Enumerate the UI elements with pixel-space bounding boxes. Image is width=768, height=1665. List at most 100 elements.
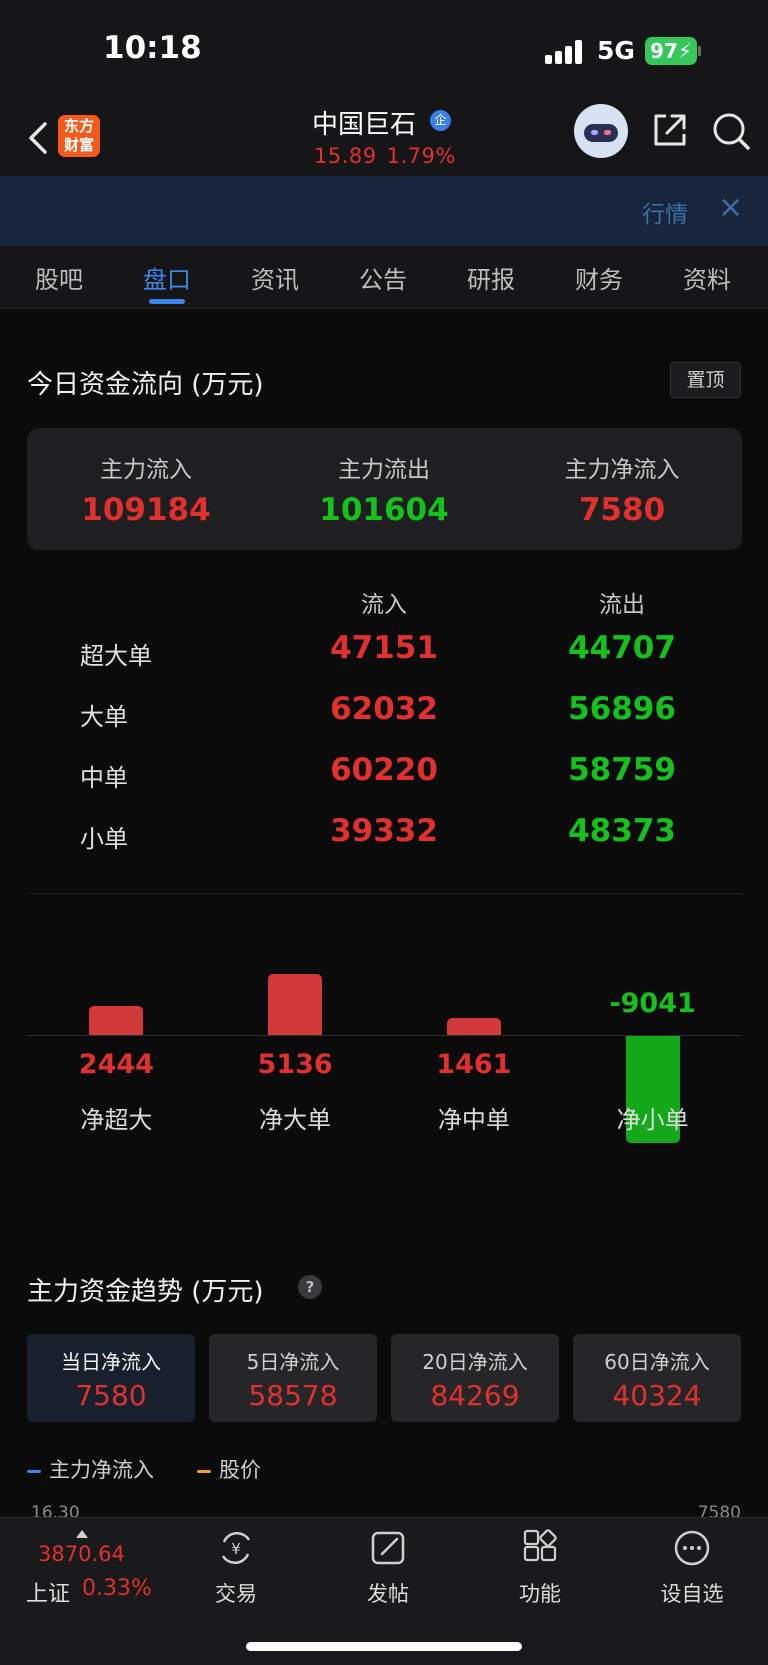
search-icon[interactable] xyxy=(710,110,752,152)
index-name: 上证 xyxy=(26,1582,71,1607)
post-button[interactable]: 发帖 xyxy=(338,1528,438,1608)
help-icon[interactable]: ? xyxy=(298,1275,322,1299)
tab-active-indicator xyxy=(149,299,185,304)
tab-announcements[interactable]: 公告 xyxy=(338,260,428,295)
order-size-label: 小单 xyxy=(80,825,128,853)
main-net-inflow: 主力净流入 7580 xyxy=(503,450,741,528)
stock-price: 15.89 xyxy=(314,144,377,168)
period-20d[interactable]: 20日净流入 84269 xyxy=(391,1334,559,1422)
tab-pankou[interactable]: 盘口 xyxy=(122,260,212,295)
order-size-label: 大单 xyxy=(80,703,128,731)
index-change: 0.33% xyxy=(82,1576,152,1601)
robot-eye-right xyxy=(604,130,611,135)
post-label: 发帖 xyxy=(367,1582,409,1606)
trend-chart-top: 16.30 7580 xyxy=(28,1505,743,1517)
top-nav: 东方 财富 中国巨石 企 15.89 1.79% xyxy=(0,100,768,176)
trend-title: 主力资金趋势 (万元) xyxy=(27,1277,264,1307)
status-bar: 10:18 5G 97⚡ xyxy=(0,0,768,100)
period-60d[interactable]: 60日净流入 40324 xyxy=(573,1334,741,1422)
svg-text:¥: ¥ xyxy=(231,1540,241,1558)
flow-axis-top-label: 7580 xyxy=(697,1505,741,1517)
summary-label: 主力流入 xyxy=(100,457,192,483)
net-flow-category: 净中单 xyxy=(437,1106,510,1134)
net-flow-category: 净超大 xyxy=(80,1106,153,1134)
battery-icon: 97⚡ xyxy=(645,37,697,65)
stock-change: 1.79% xyxy=(386,144,456,168)
trade-icon: ¥ xyxy=(221,1532,251,1564)
net-flow-value: 1461 xyxy=(436,1049,512,1080)
outflow-value: 48373 xyxy=(568,813,676,849)
quote-banner: 行情 × xyxy=(0,176,768,246)
period-value: 7580 xyxy=(75,1379,147,1412)
pin-top-button[interactable]: 置顶 xyxy=(670,362,741,398)
net-flow-bar xyxy=(268,974,323,1035)
outflow-value: 56896 xyxy=(568,691,676,727)
period-label: 60日净流入 xyxy=(604,1350,710,1374)
battery-tip xyxy=(698,46,701,56)
trade-button[interactable]: ¥ 交易 xyxy=(186,1528,286,1608)
net-flow-value: -9041 xyxy=(609,988,696,1019)
trade-label: 交易 xyxy=(215,1582,257,1606)
stock-name: 中国巨石 xyxy=(312,110,417,140)
capital-flow-summary: 主力流入 109184 主力流出 101604 主力净流入 7580 xyxy=(27,428,742,550)
outflow-column-header: 流出 xyxy=(599,592,645,618)
tab-research[interactable]: 研报 xyxy=(446,260,536,295)
share-icon[interactable] xyxy=(650,110,690,150)
outflow-value: 44707 xyxy=(568,630,676,666)
legend-main-net-inflow: 主力净流入 xyxy=(27,1454,154,1484)
banner-quote-link[interactable]: 行情 xyxy=(642,195,688,229)
functions-label: 功能 xyxy=(519,1582,561,1606)
period-today[interactable]: 当日净流入 7580 xyxy=(27,1334,195,1422)
status-time: 10:18 xyxy=(103,30,202,66)
assistant-robot-icon[interactable] xyxy=(574,104,628,158)
add-watchlist-button[interactable]: 设自选 xyxy=(642,1528,742,1608)
net-flow-category: 净小单 xyxy=(616,1106,689,1134)
summary-label: 主力净流入 xyxy=(564,457,680,483)
legend-swatch-blue xyxy=(27,1469,41,1473)
enterprise-badge-icon: 企 xyxy=(430,110,451,131)
table-row: 大单 62032 56896 xyxy=(0,685,768,745)
price-axis-top-label: 16.30 xyxy=(31,1505,80,1517)
expand-up-icon xyxy=(76,1530,88,1538)
legend-swatch-orange xyxy=(197,1469,211,1473)
net-flow-chart: 2444 净超大 5136 净大单 1461 净中单 -9041 净小单 xyxy=(27,940,742,1160)
summary-value: 109184 xyxy=(81,492,211,528)
post-icon xyxy=(371,1531,405,1565)
period-label: 20日净流入 xyxy=(422,1350,528,1374)
legend-label: 主力净流入 xyxy=(49,1458,154,1482)
inflow-column-header: 流入 xyxy=(361,592,407,618)
robot-face xyxy=(584,124,618,142)
table-row: 中单 60220 58759 xyxy=(0,746,768,806)
period-label: 当日净流入 xyxy=(61,1350,161,1374)
main-outflow: 主力流出 101604 xyxy=(265,450,503,528)
tab-bar: 股吧 盘口 资讯 公告 研报 财务 资料 xyxy=(0,246,768,309)
summary-value: 7580 xyxy=(578,492,666,528)
table-row: 超大单 47151 44707 xyxy=(0,624,768,684)
net-flow-category: 净大单 xyxy=(259,1106,332,1134)
inflow-value: 62032 xyxy=(330,691,438,727)
tab-news[interactable]: 资讯 xyxy=(230,260,320,295)
summary-label: 主力流出 xyxy=(338,457,430,483)
logo-line2: 财富 xyxy=(63,136,94,154)
tab-finance[interactable]: 财务 xyxy=(554,260,644,295)
period-value: 84269 xyxy=(430,1379,520,1412)
summary-value: 101604 xyxy=(319,492,449,528)
legend-price: 股价 xyxy=(197,1454,261,1484)
add-watchlist-label: 设自选 xyxy=(660,1582,724,1606)
back-arrow-icon[interactable] xyxy=(25,118,55,158)
main-inflow: 主力流入 109184 xyxy=(27,450,265,528)
home-indicator xyxy=(246,1642,522,1651)
table-row: 小单 39332 48373 xyxy=(0,807,768,867)
close-icon[interactable]: × xyxy=(718,193,743,223)
order-size-label: 中单 xyxy=(80,764,128,792)
robot-eye-left xyxy=(591,130,598,135)
period-5d[interactable]: 5日净流入 58578 xyxy=(209,1334,377,1422)
functions-button[interactable]: 功能 xyxy=(490,1528,590,1608)
stock-quote: 15.89 1.79% xyxy=(314,144,456,168)
app-logo[interactable]: 东方 财富 xyxy=(58,115,100,157)
inflow-value: 47151 xyxy=(330,630,438,666)
net-flow-value: 5136 xyxy=(257,1049,333,1080)
tab-guba[interactable]: 股吧 xyxy=(14,260,104,295)
order-size-label: 超大单 xyxy=(80,642,152,670)
tab-profile[interactable]: 资料 xyxy=(662,260,752,295)
